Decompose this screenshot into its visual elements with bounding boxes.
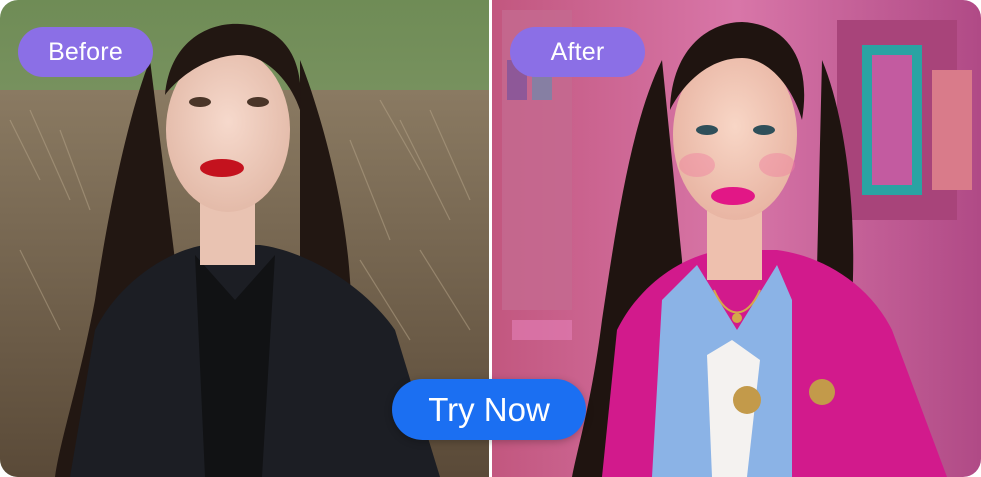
try-now-button[interactable]: Try Now — [392, 379, 586, 440]
before-label: Before — [18, 27, 153, 77]
before-after-card: Before After Try Now — [0, 0, 981, 477]
after-label: After — [510, 27, 645, 77]
